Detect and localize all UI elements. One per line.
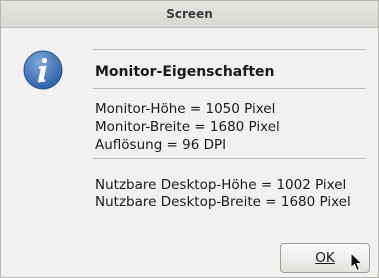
separator-bottom — [93, 158, 366, 159]
separator-top — [93, 49, 366, 50]
info-icon — [23, 50, 63, 90]
separator-middle — [93, 88, 366, 89]
mouse-cursor-icon — [350, 252, 364, 272]
dialog-heading: Monitor-Eigenschaften — [95, 64, 275, 80]
dialog-window: Screen Monitor-Eigenschaften Monitor-Höh… — [0, 0, 379, 278]
resolution-text: Auflösung = 96 DPI — [95, 137, 227, 153]
monitor-width-text: Monitor-Breite = 1680 Pixel — [95, 119, 280, 135]
desktop-height-text: Nutzbare Desktop-Höhe = 1002 Pixel — [95, 177, 347, 193]
monitor-height-text: Monitor-Höhe = 1050 Pixel — [95, 101, 276, 117]
desktop-width-text: Nutzbare Desktop-Breite = 1680 Pixel — [95, 194, 351, 210]
ok-button-label: OK — [315, 250, 335, 266]
window-title: Screen — [166, 7, 213, 21]
title-bar[interactable]: Screen — [1, 1, 378, 28]
